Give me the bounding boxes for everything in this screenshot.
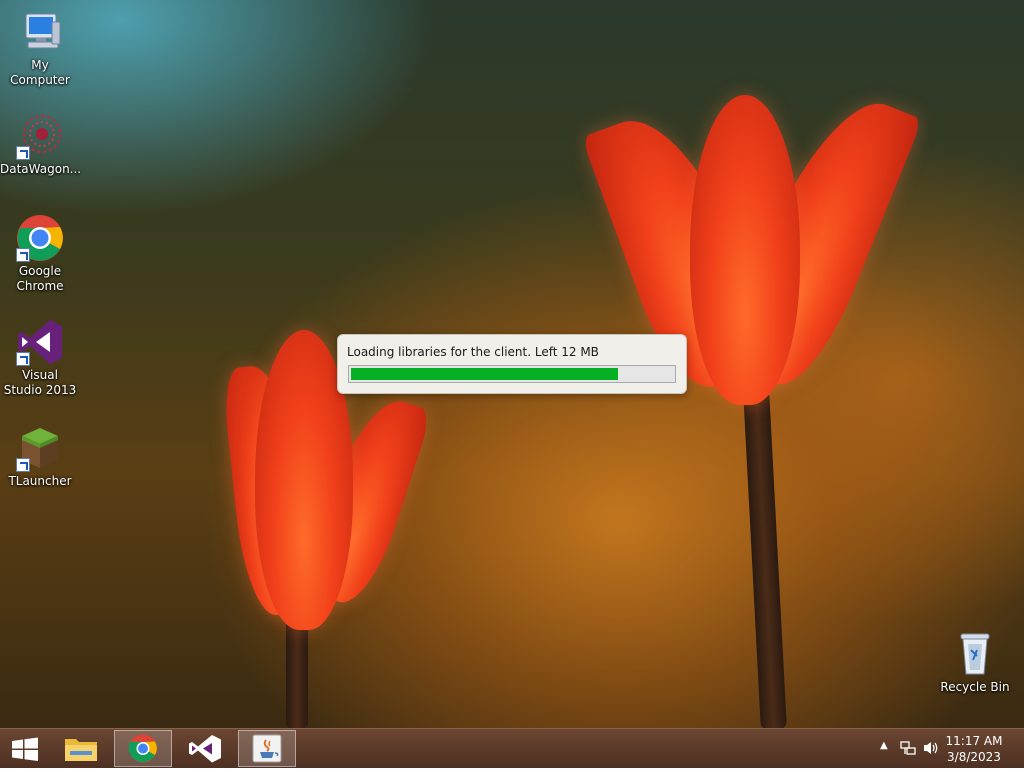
desktop-icon-my-computer[interactable]: My Computer <box>0 8 80 88</box>
shortcut-arrow-icon <box>16 458 30 472</box>
speaker-volume-icon[interactable] <box>922 740 940 760</box>
desktop-icon-label: Google Chrome <box>16 264 64 293</box>
desktop-icon-label: TLauncher <box>8 474 72 488</box>
system-tray: ▲ 11:17 AM 3/8/2023 <box>864 729 1024 769</box>
minecraft-grass-block-icon <box>16 424 64 472</box>
taskbar-chrome[interactable] <box>114 730 172 767</box>
clock-date: 3/8/2023 <box>947 750 1001 764</box>
datawagon-icon <box>16 112 64 160</box>
desktop-icon-label: Visual Studio 2013 <box>3 368 77 397</box>
clock-time: 11:17 AM <box>945 734 1003 748</box>
desktop-icon-recycle-bin[interactable]: Recycle Bin <box>935 630 1015 695</box>
visual-studio-icon <box>16 318 64 366</box>
start-button[interactable] <box>0 730 50 767</box>
file-explorer-icon <box>65 739 97 761</box>
network-icon[interactable] <box>900 740 916 760</box>
visual-studio-icon <box>189 735 221 763</box>
recycle-bin-icon <box>951 630 999 678</box>
loading-dialog: Loading libraries for the client. Left 1… <box>337 334 687 394</box>
taskbar-clock[interactable]: 11:17 AM 3/8/2023 <box>942 733 1006 765</box>
shortcut-arrow-icon <box>16 248 30 262</box>
chrome-icon <box>128 734 157 763</box>
java-icon <box>252 734 282 763</box>
taskbar-visual-studio[interactable] <box>176 730 234 767</box>
windows-logo-icon <box>12 737 38 761</box>
shortcut-arrow-icon <box>16 146 30 160</box>
shortcut-arrow-icon <box>16 352 30 366</box>
desktop-icon-label: My Computer <box>10 58 70 87</box>
computer-icon <box>16 8 64 56</box>
desktop-icon-label: DataWagon... <box>0 162 82 176</box>
progress-bar <box>348 365 676 383</box>
taskbar-java[interactable] <box>238 730 296 767</box>
show-hidden-icons-chevron-up-icon[interactable]: ▲ <box>880 740 888 751</box>
chrome-icon <box>16 214 64 262</box>
desktop: My Computer DataWagon... Google Chrome V… <box>0 0 1024 728</box>
desktop-icon-google-chrome[interactable]: Google Chrome <box>0 214 80 294</box>
desktop-icon-visual-studio[interactable]: Visual Studio 2013 <box>0 318 80 398</box>
taskbar-file-explorer[interactable] <box>52 730 110 767</box>
progress-bar-fill <box>351 368 618 380</box>
desktop-icon-tlauncher[interactable]: TLauncher <box>0 424 80 489</box>
loading-message: Loading libraries for the client. Left 1… <box>347 345 599 359</box>
desktop-icon-datawagon[interactable]: DataWagon... <box>0 112 82 177</box>
desktop-icon-label: Recycle Bin <box>940 680 1010 694</box>
taskbar: ▲ 11:17 AM 3/8/2023 <box>0 728 1024 768</box>
